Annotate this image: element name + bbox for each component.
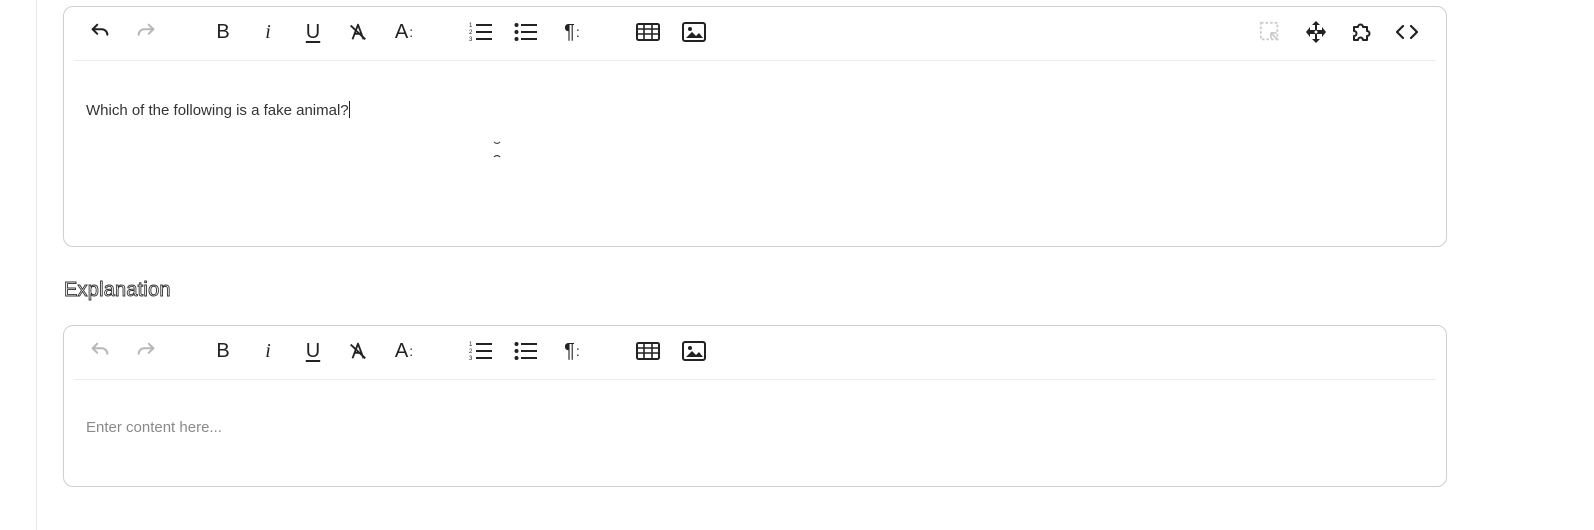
unordered-list-icon: [514, 23, 537, 41]
ordered-list-button[interactable]: 123: [467, 18, 495, 46]
plugin-button[interactable]: [1348, 18, 1376, 46]
font-size-icon: A: [394, 340, 409, 362]
explanation-editor: B i U A: 123 ¶: Enter content here...: [63, 325, 1447, 487]
redo-button[interactable]: [132, 18, 160, 46]
question-toolbar: B i U A: 123 ¶:: [74, 7, 1436, 61]
table-icon: [636, 342, 660, 360]
redo-icon: [137, 23, 155, 36]
table-button[interactable]: [634, 337, 662, 365]
undo-button[interactable]: [86, 337, 114, 365]
code-view-icon: [1395, 24, 1419, 40]
unordered-list-button[interactable]: [512, 18, 540, 46]
clear-format-icon: [350, 342, 366, 360]
underline-icon: U: [305, 21, 321, 43]
paragraph-icon: ¶: [564, 340, 575, 362]
bold-icon: B: [216, 21, 230, 43]
svg-text:1: 1: [469, 342, 473, 348]
image-button[interactable]: [680, 337, 708, 365]
select-all-button[interactable]: [1256, 18, 1284, 46]
svg-text:2: 2: [469, 349, 473, 355]
underline-icon: U: [305, 340, 321, 362]
undo-button[interactable]: [86, 18, 114, 46]
question-text: Which of the following is a fake animal?: [86, 102, 349, 119]
clear-format-button[interactable]: [344, 18, 372, 46]
bold-button[interactable]: B: [209, 18, 237, 46]
clear-format-icon: [350, 23, 366, 41]
font-size-icon: A: [394, 21, 409, 43]
italic-icon: i: [265, 340, 271, 362]
puzzle-icon: [1353, 23, 1371, 41]
image-icon: [682, 22, 706, 42]
paragraph-button[interactable]: ¶:: [558, 18, 586, 46]
question-editor: B i U A: 123 ¶: Which of the following i…: [63, 6, 1447, 247]
image-icon: [682, 341, 706, 361]
redo-button[interactable]: [132, 337, 160, 365]
ordered-list-icon: 123: [469, 23, 492, 43]
table-button[interactable]: [634, 18, 662, 46]
page-left-rule: [36, 0, 37, 530]
italic-button[interactable]: i: [254, 18, 282, 46]
paragraph-button[interactable]: ¶:: [558, 337, 586, 365]
svg-text:2: 2: [469, 30, 473, 36]
svg-text:3: 3: [469, 356, 473, 362]
svg-text:3: 3: [469, 37, 473, 43]
font-size-button[interactable]: A:: [390, 337, 418, 365]
ordered-list-icon: 123: [469, 342, 492, 362]
undo-icon: [91, 342, 109, 355]
svg-text:1: 1: [469, 23, 473, 29]
table-icon: [636, 23, 660, 41]
font-size-button[interactable]: A:: [390, 18, 418, 46]
text-caret: [348, 101, 350, 118]
bold-icon: B: [216, 340, 230, 362]
image-button[interactable]: [680, 18, 708, 46]
resize-handle-icon[interactable]: [492, 139, 502, 161]
italic-icon: i: [265, 21, 271, 43]
explanation-label: Explanation: [64, 279, 171, 302]
paragraph-icon: ¶: [564, 21, 575, 43]
question-content[interactable]: Which of the following is a fake animal?: [86, 101, 1424, 120]
move-icon: [1306, 21, 1326, 43]
underline-button[interactable]: U: [299, 18, 327, 46]
underline-button[interactable]: U: [299, 337, 327, 365]
unordered-list-button[interactable]: [512, 337, 540, 365]
undo-icon: [91, 23, 109, 36]
select-all-icon: [1259, 21, 1279, 41]
ordered-list-button[interactable]: 123: [467, 337, 495, 365]
explanation-content[interactable]: Enter content here...: [86, 419, 1424, 437]
italic-button[interactable]: i: [254, 337, 282, 365]
move-button[interactable]: [1302, 18, 1330, 46]
code-view-button[interactable]: [1393, 18, 1421, 46]
bold-button[interactable]: B: [209, 337, 237, 365]
unordered-list-icon: [514, 342, 537, 360]
clear-format-button[interactable]: [344, 337, 372, 365]
explanation-placeholder: Enter content here...: [86, 419, 222, 436]
explanation-toolbar: B i U A: 123 ¶:: [74, 326, 1436, 380]
redo-icon: [137, 342, 155, 355]
